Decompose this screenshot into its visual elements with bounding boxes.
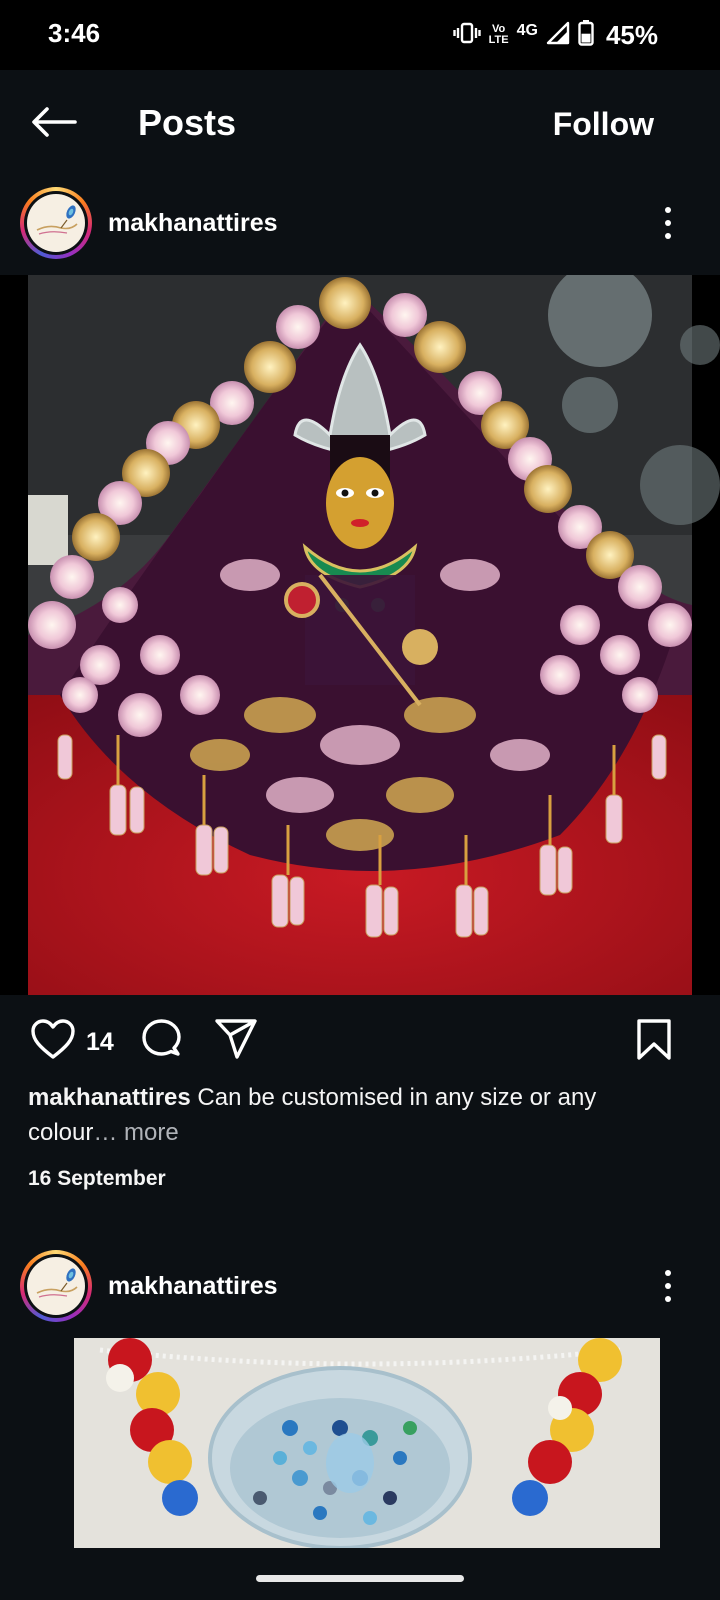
volte-icon: Vo LTE xyxy=(489,24,509,46)
heart-icon xyxy=(31,1019,75,1059)
status-icons: Vo LTE 4G 45% xyxy=(452,18,658,52)
back-button[interactable] xyxy=(28,100,80,144)
caption-username[interactable]: makhanattires xyxy=(28,1084,191,1111)
avatar[interactable] xyxy=(20,1250,92,1322)
status-bar: 3:46 Vo LTE 4G 45% xyxy=(0,0,720,70)
battery-percent: 45% xyxy=(605,19,658,50)
more-options-button[interactable] xyxy=(656,1266,680,1306)
post-username[interactable]: makhanattires xyxy=(108,1272,278,1301)
more-icon xyxy=(665,1270,671,1276)
caption-more-link[interactable]: … more xyxy=(93,1119,178,1146)
share-button[interactable] xyxy=(214,1018,258,1065)
app-header: Posts Follow xyxy=(0,70,720,175)
post-username[interactable]: makhanattires xyxy=(108,209,278,238)
more-icon xyxy=(665,207,671,213)
follow-button[interactable]: Follow xyxy=(553,106,654,143)
system-nav-bar xyxy=(0,1553,720,1600)
bookmark-icon xyxy=(637,1019,671,1060)
vibrate-icon xyxy=(452,21,481,50)
signal-icon xyxy=(546,21,570,50)
post-header: makhanattires xyxy=(0,1238,720,1338)
more-options-button[interactable] xyxy=(656,203,680,243)
like-button[interactable] xyxy=(30,1018,76,1065)
network-type: 4G xyxy=(516,22,538,39)
share-icon xyxy=(215,1019,257,1059)
post-caption: makhanattires Can be customised in any s… xyxy=(28,1080,648,1150)
battery-icon xyxy=(578,19,594,51)
avatar[interactable] xyxy=(20,187,92,259)
post-actions: 14 xyxy=(0,1000,720,1080)
back-arrow-icon xyxy=(32,107,77,137)
home-gesture-bar[interactable] xyxy=(256,1575,464,1582)
like-count[interactable]: 14 xyxy=(86,1028,114,1057)
status-time: 3:46 xyxy=(48,18,101,48)
page-title: Posts xyxy=(138,102,237,143)
comment-icon xyxy=(142,1019,181,1056)
volte-bottom: LTE xyxy=(488,34,509,46)
post-header: makhanattires xyxy=(0,175,720,275)
comment-button[interactable] xyxy=(140,1018,184,1067)
post-image[interactable] xyxy=(0,1338,720,1548)
bookmark-button[interactable] xyxy=(634,1018,674,1067)
post-image[interactable] xyxy=(0,275,720,995)
post-date: 16 September xyxy=(28,1167,166,1190)
